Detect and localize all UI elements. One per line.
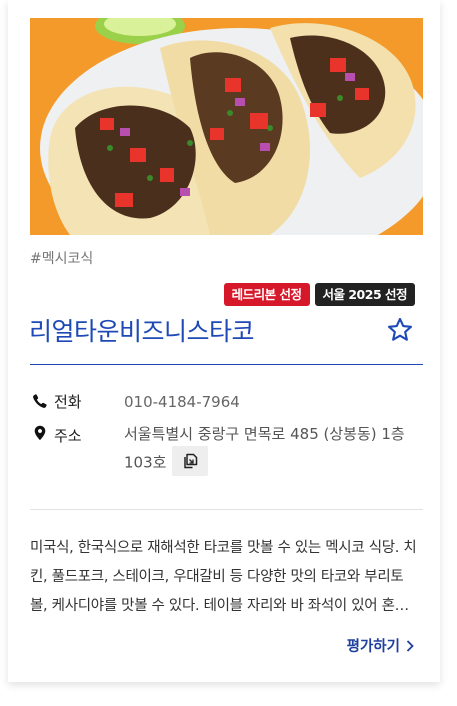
copy-address-button[interactable]	[172, 446, 209, 476]
address-row: 주소 서울특별시 중랑구 면목로 485 (상봉동) 1층 103호	[32, 421, 412, 478]
restaurant-photo[interactable]	[30, 18, 423, 235]
red-ribbon-badge: 레드리본 선정	[223, 283, 310, 306]
evaluate-link[interactable]: 평가하기	[347, 635, 414, 656]
phone-value[interactable]: 010-4184-7964	[124, 391, 412, 413]
phone-label: 전화	[54, 393, 82, 411]
address-label: 주소	[54, 427, 82, 445]
copy-icon	[184, 453, 198, 469]
category-tag[interactable]: #멕시코식	[30, 248, 93, 268]
tacos-image	[30, 18, 423, 235]
chevron-right-icon	[406, 639, 414, 652]
seoul-2025-badge: 서울 2025 선정	[314, 283, 415, 306]
address-value: 서울특별시 중랑구 면목로 485 (상봉동) 1층 103호	[124, 425, 405, 472]
address-block: 서울특별시 중랑구 면목로 485 (상봉동) 1층 103호	[124, 421, 412, 478]
evaluate-label: 평가하기	[346, 639, 400, 655]
location-pin-icon	[34, 425, 46, 441]
title-divider	[30, 364, 423, 365]
phone-icon	[33, 394, 47, 408]
phone-row: 전화 010-4184-7964	[32, 391, 412, 413]
info-divider	[30, 509, 423, 510]
restaurant-description: 미국식, 한국식으로 재해석한 타코를 맛볼 수 있는 멕시코 식당. 치킨, …	[30, 540, 417, 614]
favorite-star-icon[interactable]	[386, 316, 414, 344]
restaurant-card: #멕시코식 레드리본 선정 서울 2025 선정 리얼타운비즈니스타코 전화 0…	[8, 0, 440, 682]
restaurant-name[interactable]: 리얼타운비즈니스타코	[29, 312, 255, 348]
badge-group: 레드리본 선정 서울 2025 선정	[223, 283, 415, 306]
